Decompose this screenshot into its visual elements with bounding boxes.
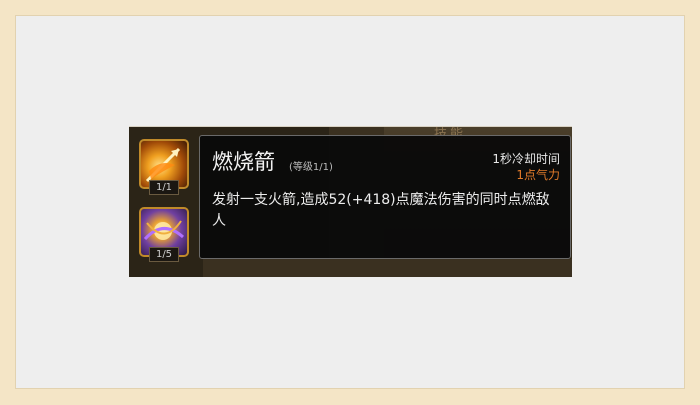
background-strip	[203, 259, 572, 277]
skill-tooltip: 燃烧箭 (等级1/1) 1秒冷却时间 1点气力 发射一支火箭,造成52(+418…	[199, 135, 571, 259]
skill-level-tag: 1/5	[149, 247, 179, 262]
game-screen: 技能 1/1 1/5 燃烧箭 (等级1/1) 1秒冷却时间 1点气力 发射一支火…	[129, 126, 572, 277]
skill-level: (等级1/1)	[289, 162, 333, 173]
skill-cooldown: 1秒冷却时间	[492, 152, 560, 166]
skill-level-tag: 1/1	[149, 180, 179, 195]
skill-cost: 1点气力	[516, 168, 560, 182]
skill-description: 发射一支火箭,造成52(+418)点魔法伤害的同时点燃敌人	[212, 192, 550, 229]
skill-name: 燃烧箭	[212, 150, 275, 174]
